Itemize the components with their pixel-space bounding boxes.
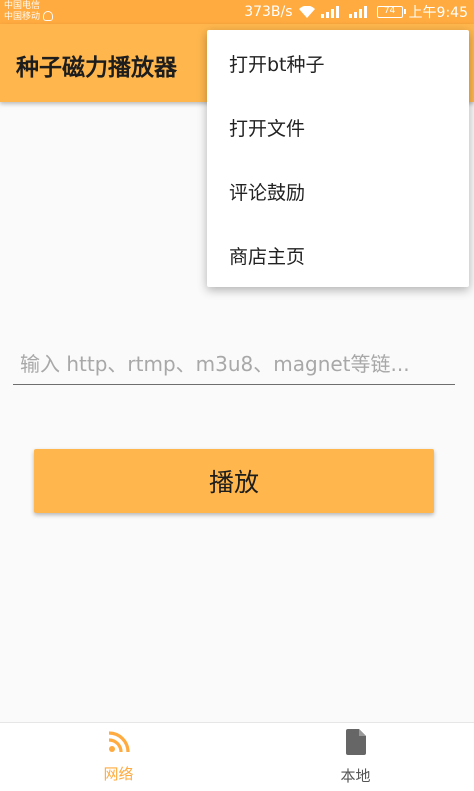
menu-item-rate-review[interactable]: 评论鼓励	[207, 159, 469, 223]
status-indicators: 373B/s 74 上午9:45	[244, 2, 468, 22]
url-input-container	[13, 343, 455, 385]
play-button[interactable]: 播放	[34, 449, 434, 513]
carrier-2: 中国移动	[4, 12, 41, 22]
carrier-info: 中国电信 中国移动	[4, 1, 54, 23]
nav-tab-local[interactable]: 本地	[237, 723, 474, 791]
overflow-menu: 打开bt种子 打开文件 评论鼓励 商店主页	[207, 30, 469, 287]
file-icon	[345, 728, 366, 759]
nav-tab-local-label: 本地	[340, 766, 371, 785]
url-input[interactable]	[13, 343, 455, 384]
nav-tab-network[interactable]: 网络	[0, 723, 237, 791]
clock: 上午9:45	[408, 5, 468, 21]
notification-bell-icon	[43, 10, 54, 21]
app-title: 种子磁力播放器	[16, 55, 177, 81]
menu-item-open-file[interactable]: 打开文件	[207, 95, 469, 159]
battery-icon: 74	[376, 6, 406, 18]
signal-icon-2	[348, 6, 371, 18]
status-bar: 中国电信 中国移动 373B/s 74 上午9:45	[0, 0, 474, 24]
net-speed: 373B/s	[244, 4, 293, 20]
signal-icon-1	[320, 6, 343, 18]
menu-item-store-page[interactable]: 商店主页	[207, 223, 469, 287]
bottom-nav: 网络 本地	[0, 722, 474, 791]
wifi-icon	[298, 6, 315, 18]
nav-tab-network-label: 网络	[103, 764, 134, 783]
menu-item-open-torrent[interactable]: 打开bt种子	[207, 31, 469, 95]
rss-feed-icon	[108, 730, 130, 757]
carrier-1: 中国电信	[4, 1, 41, 11]
